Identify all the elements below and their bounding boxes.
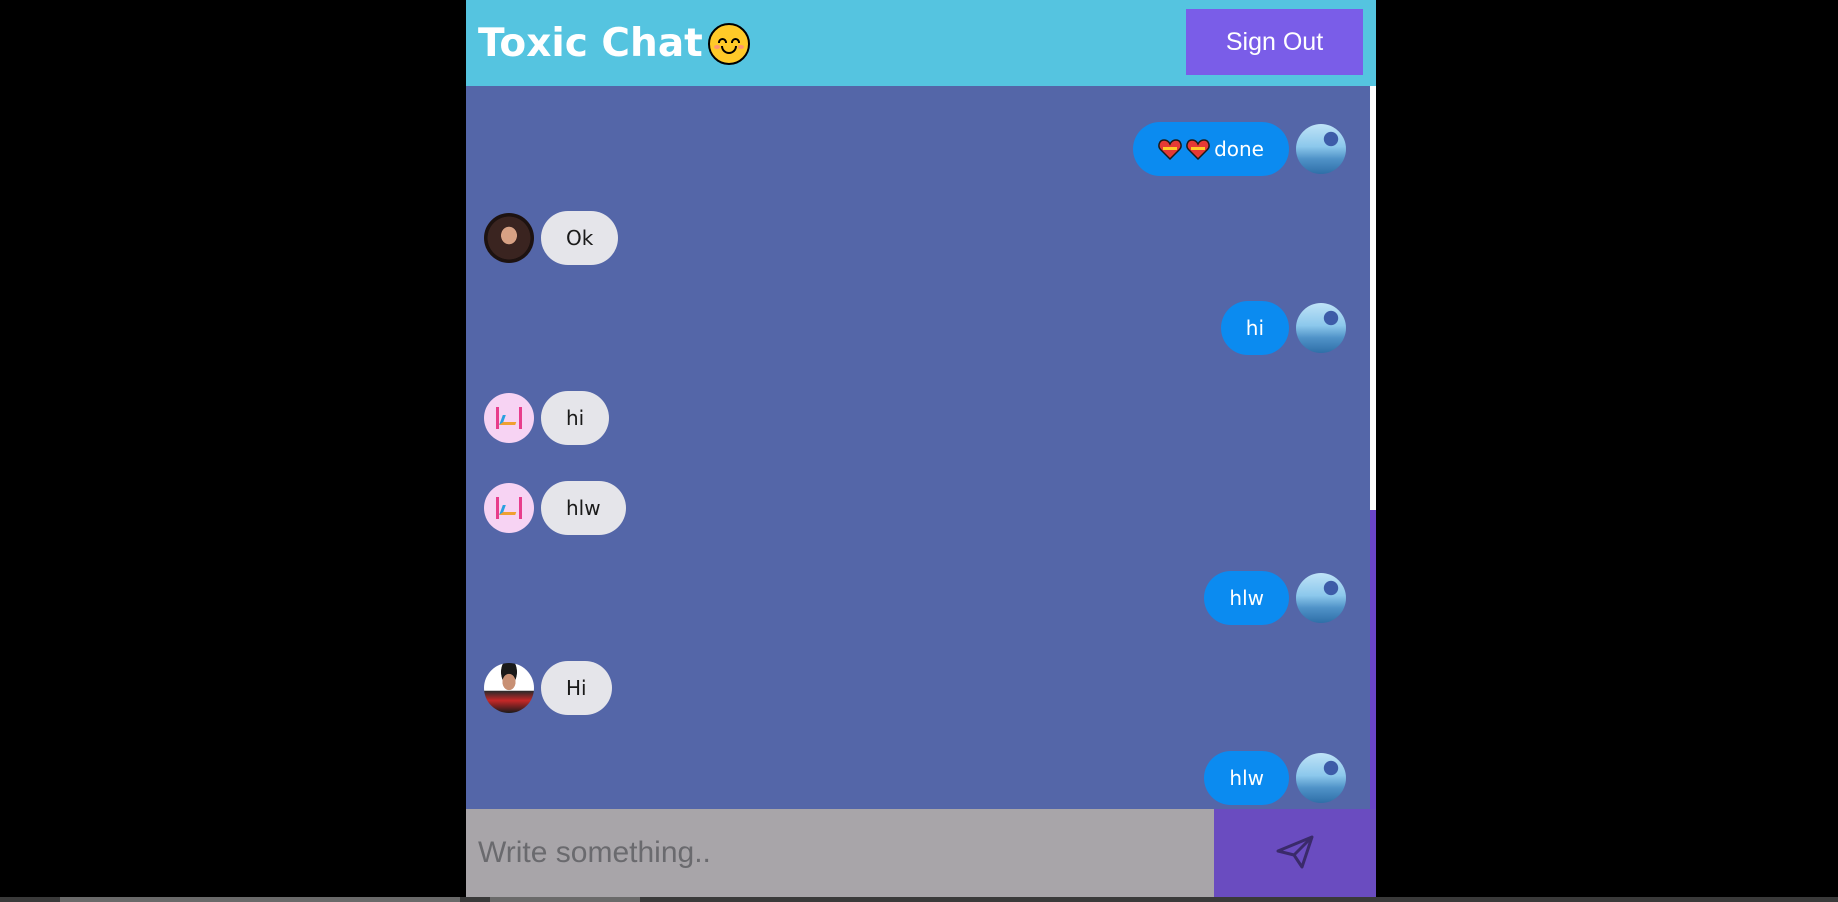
- current-user-avatar: [1296, 303, 1346, 353]
- user-avatar-logo: [484, 483, 534, 533]
- horizontal-scrollbar[interactable]: [0, 897, 1838, 902]
- message-scrollbar[interactable]: [1370, 86, 1376, 809]
- message-bubble: Ok: [541, 211, 619, 265]
- heart-icon: [1158, 138, 1182, 160]
- message-bubble: Hi: [541, 661, 612, 715]
- paper-plane-icon: [1275, 834, 1315, 873]
- message-bubble: done: [1133, 122, 1289, 176]
- message-received: Ok: [484, 210, 619, 266]
- message-text: hi: [1245, 316, 1264, 340]
- scrollbar-thumb[interactable]: [490, 897, 640, 902]
- app-title: Toxic Chat: [478, 18, 750, 70]
- app-header: Toxic Chat Sign Out: [466, 0, 1376, 86]
- app-title-text: Toxic Chat: [478, 21, 703, 66]
- message-sent: hlw: [1204, 750, 1346, 806]
- message-bubble: hi: [1220, 301, 1289, 355]
- message-received: hlw: [484, 480, 626, 536]
- composer: [466, 809, 1376, 897]
- message-bubble: hlw: [1204, 751, 1289, 805]
- scrollbar-segment: [60, 897, 460, 902]
- chat-app: Toxic Chat Sign Out done Ok hi hi hlw hl…: [466, 0, 1376, 897]
- message-received: hi: [484, 390, 610, 446]
- message-text: done: [1214, 137, 1264, 161]
- user-avatar-logo: [484, 393, 534, 443]
- message-text: hi: [566, 406, 585, 430]
- user-avatar-woman: [484, 213, 534, 263]
- message-bubble: hlw: [1204, 571, 1289, 625]
- message-bubble: hlw: [541, 481, 626, 535]
- message-sent: hi: [1220, 300, 1346, 356]
- message-text: hlw: [566, 496, 601, 520]
- sign-out-button[interactable]: Sign Out: [1186, 9, 1363, 75]
- message-list[interactable]: done Ok hi hi hlw hlw Hi hlw: [466, 86, 1371, 809]
- smiling-face-icon: [707, 23, 750, 65]
- current-user-avatar: [1296, 124, 1346, 174]
- message-sent: hlw: [1204, 570, 1346, 626]
- message-text: hlw: [1229, 586, 1264, 610]
- scrollbar-thumb[interactable]: [1370, 86, 1376, 510]
- message-text: hlw: [1229, 766, 1264, 790]
- send-button[interactable]: [1214, 809, 1376, 897]
- heart-icon: [1186, 138, 1210, 160]
- message-text: Hi: [566, 676, 587, 700]
- message-text: Ok: [566, 226, 594, 250]
- message-bubble: hi: [541, 391, 610, 445]
- current-user-avatar: [1296, 573, 1346, 623]
- user-avatar-man: [484, 663, 534, 713]
- current-user-avatar: [1296, 753, 1346, 803]
- message-input[interactable]: [466, 809, 1214, 897]
- message-sent: done: [1133, 121, 1346, 177]
- message-received: Hi: [484, 660, 612, 716]
